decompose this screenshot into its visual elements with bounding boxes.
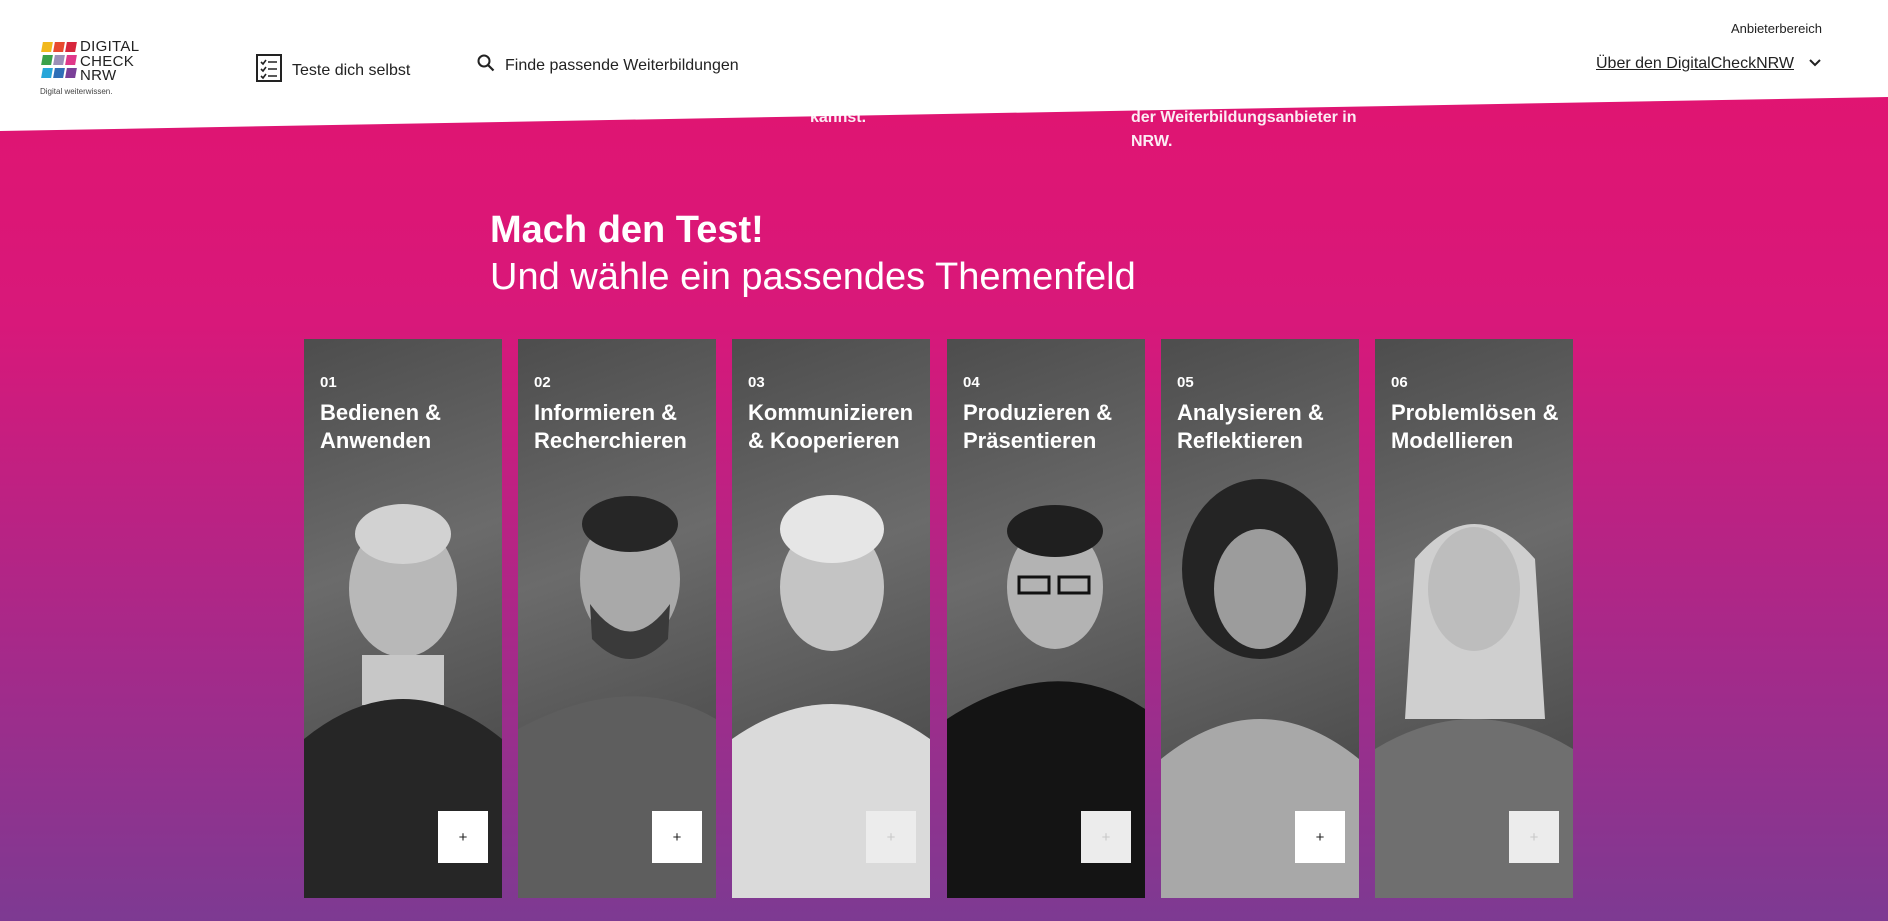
card-title-line: Produzieren & [963, 400, 1113, 425]
card-title-line: Bedienen & [320, 400, 442, 425]
card-title: Problemlösen & Modellieren [1391, 399, 1566, 455]
card-title-line: Reflektieren [1177, 428, 1303, 453]
page-title: Mach den Test! [490, 209, 764, 251]
digitalcheck-logo[interactable]: DIGITAL CHECK NRW Digital weiterwissen. [40, 39, 150, 100]
card-title-line: Kommunizieren [748, 400, 914, 425]
nav-self-test-label: Teste dich selbst [292, 61, 411, 79]
page-subtitle: Und wähle ein passendes Themenfeld [490, 256, 1136, 298]
provider-area-link[interactable]: Anbieterbereich [1731, 21, 1822, 36]
topic-card-02[interactable]: 02 Informieren & Recherchieren + [518, 339, 716, 898]
logo-word: NRW [80, 67, 117, 84]
card-title-line: Präsentieren [963, 428, 1097, 453]
card-title: Produzieren & Präsentieren [963, 399, 1138, 455]
logo-tagline: Digital weiterwissen. [40, 87, 113, 96]
site-header: DIGITAL CHECK NRW Digital weiterwissen. … [0, 0, 1888, 131]
card-title-line: Anwenden [320, 428, 432, 453]
topic-card-05[interactable]: 05 Analysieren & Reflektieren + [1161, 339, 1359, 898]
card-title: Kommunizieren & Kooperieren [748, 399, 923, 455]
about-label: Über den DigitalCheckNRW [1596, 55, 1794, 72]
topic-card-03[interactable]: 03 Kommunizieren & Kooperieren + [732, 339, 930, 898]
card-title-line: Informieren & [534, 400, 678, 425]
topic-card-04[interactable]: 04 Produzieren & Präsentieren + [947, 339, 1145, 898]
card-number: 01 [320, 374, 337, 391]
card-title-line: Problemlösen & [1391, 400, 1559, 425]
expand-button[interactable]: + [652, 811, 702, 863]
card-title-line: Recherchieren [534, 428, 687, 453]
topic-card-01[interactable]: 01 Bedienen & Anwenden + [304, 339, 502, 898]
nav-self-test-link[interactable]: Teste dich selbst [256, 54, 410, 87]
expand-button[interactable]: + [1295, 811, 1345, 863]
expand-button[interactable]: + [866, 811, 916, 863]
topic-card-06[interactable]: 06 Problemlösen & Modellieren + [1375, 339, 1573, 898]
nav-find-courses-link[interactable]: Finde passende Weiterbildungen [477, 54, 739, 77]
card-title-line: Analysieren & [1177, 400, 1324, 425]
expand-button[interactable]: + [438, 811, 488, 863]
expand-button[interactable]: + [1081, 811, 1131, 863]
logo-mark [40, 41, 78, 81]
card-title: Informieren & Recherchieren [534, 399, 709, 455]
card-title: Analysieren & Reflektieren [1177, 399, 1352, 455]
card-number: 02 [534, 374, 551, 391]
nav-find-courses-label: Finde passende Weiterbildungen [505, 56, 739, 74]
card-number: 03 [748, 374, 765, 391]
search-icon [477, 54, 495, 77]
about-dropdown[interactable]: Über den DigitalCheckNRW [1596, 55, 1822, 73]
logo-wordmark: DIGITAL CHECK NRW [80, 39, 139, 84]
previous-section-line: NRW. [1131, 133, 1173, 150]
expand-button[interactable]: + [1509, 811, 1559, 863]
topic-cards: 01 Bedienen & Anwenden + 02 Informieren … [304, 339, 1574, 898]
test-intro: Mach den Test! Und wähle ein passendes T… [490, 207, 1136, 301]
card-title: Bedienen & Anwenden [320, 399, 495, 455]
card-title-line: Modellieren [1391, 428, 1514, 453]
card-number: 06 [1391, 374, 1408, 391]
chevron-down-icon [1808, 55, 1822, 73]
card-number: 05 [1177, 374, 1194, 391]
checklist-icon [256, 54, 282, 87]
card-title-line: & Kooperieren [748, 428, 900, 453]
previous-section-text-right: der Weiterbildungsanbieter in NRW. [1131, 106, 1371, 154]
card-number: 04 [963, 374, 980, 391]
